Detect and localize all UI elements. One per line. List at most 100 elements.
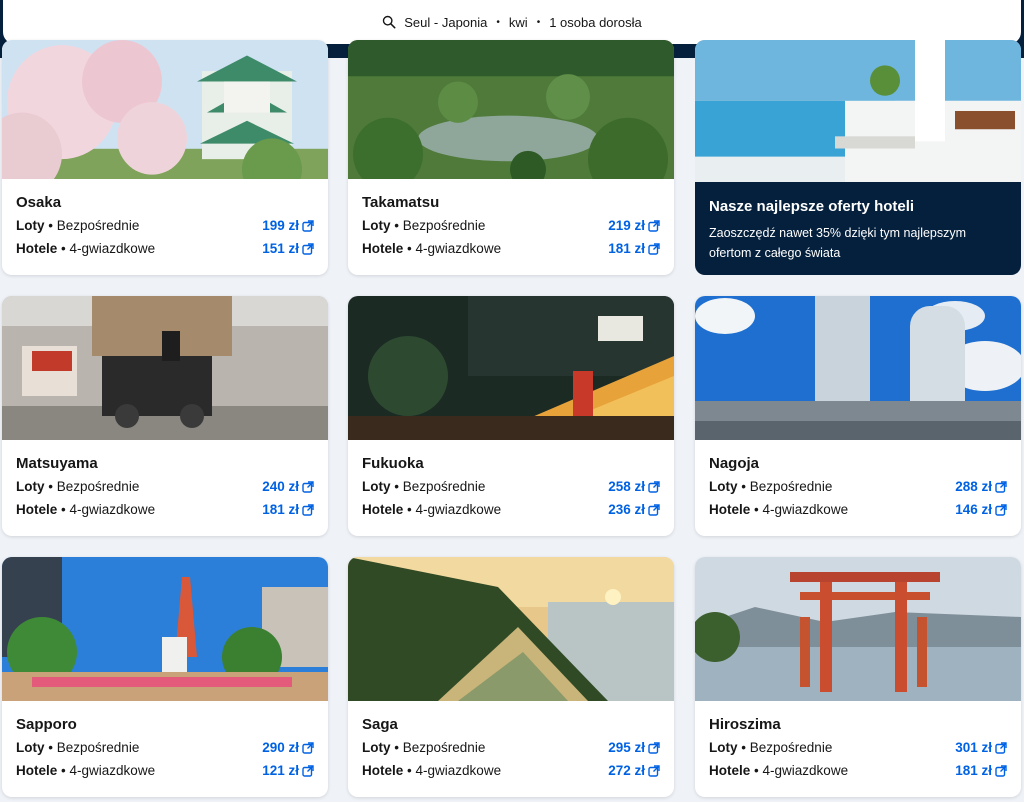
destination-card-sapporo[interactable]: Sapporo Loty • Bezpośrednie 290 zł Hotel… <box>2 557 328 797</box>
flights-row[interactable]: Loty • Bezpośrednie 199 zł <box>16 214 314 237</box>
external-link-icon <box>995 480 1007 493</box>
hotels-row[interactable]: Hotele • 4-gwiazdkowe 236 zł <box>362 498 660 521</box>
separator: • <box>741 479 746 494</box>
flight-price: 258 zł <box>608 479 645 494</box>
flights-label: Loty <box>16 740 45 755</box>
separator: • <box>407 763 412 778</box>
flight-price: 219 zł <box>608 218 645 233</box>
flights-label: Loty <box>709 740 738 755</box>
hotels-type: 4-gwiazdkowe <box>762 502 849 517</box>
flight-price-link[interactable]: 219 zł <box>608 218 660 233</box>
separator: • <box>61 502 66 517</box>
destination-photo <box>2 296 328 440</box>
promo-description: Zaoszczędź nawet 35% dzięki tym najlepsz… <box>709 226 967 260</box>
flights-row[interactable]: Loty • Bezpośrednie 301 zł <box>709 736 1007 759</box>
hotels-type: 4-gwiazdkowe <box>415 763 502 778</box>
hotels-label: Hotele <box>362 502 404 517</box>
separator: • <box>61 241 66 256</box>
hotels-row[interactable]: Hotele • 4-gwiazdkowe 181 zł <box>16 498 314 521</box>
flights-type: Bezpośrednie <box>56 218 140 233</box>
flight-price: 301 zł <box>955 740 992 755</box>
hotels-type: 4-gwiazdkowe <box>69 241 156 256</box>
hotel-deals-promo-card[interactable]: Nasze najlepsze oferty hoteli Zaoszczędź… <box>695 40 1021 275</box>
hotel-price-link[interactable]: 272 zł <box>608 763 660 778</box>
external-link-icon <box>302 219 314 232</box>
hotels-type: 4-gwiazdkowe <box>415 241 502 256</box>
hotels-row[interactable]: Hotele • 4-gwiazdkowe 181 zł <box>709 759 1007 782</box>
search-travelers: 1 osoba dorosła <box>549 14 642 30</box>
flights-label: Loty <box>362 218 391 233</box>
flights-label: Loty <box>709 479 738 494</box>
hotels-label: Hotele <box>362 763 404 778</box>
separator: • <box>496 16 500 28</box>
hotels-row[interactable]: Hotele • 4-gwiazdkowe 272 zł <box>362 759 660 782</box>
hotels-row[interactable]: Hotele • 4-gwiazdkowe 146 zł <box>709 498 1007 521</box>
separator: • <box>48 479 53 494</box>
hotels-row[interactable]: Hotele • 4-gwiazdkowe 181 zł <box>362 237 660 260</box>
flight-price-link[interactable]: 258 zł <box>608 479 660 494</box>
flights-row[interactable]: Loty • Bezpośrednie 240 zł <box>16 475 314 498</box>
flights-row[interactable]: Loty • Bezpośrednie 290 zł <box>16 736 314 759</box>
city-name: Sapporo <box>16 716 77 733</box>
hotel-price-link[interactable]: 181 zł <box>955 763 1007 778</box>
external-link-icon <box>648 480 660 493</box>
city-name: Hiroszima <box>709 716 781 733</box>
search-month: kwi <box>508 14 528 30</box>
hotel-price-link[interactable]: 121 zł <box>262 763 314 778</box>
hotel-price-link[interactable]: 181 zł <box>262 502 314 517</box>
destination-card-takamatsu[interactable]: Takamatsu Loty • Bezpośrednie 219 zł Hot… <box>348 40 674 275</box>
flights-row[interactable]: Loty • Bezpośrednie 258 zł <box>362 475 660 498</box>
separator: • <box>394 218 399 233</box>
hotel-price-link[interactable]: 181 zł <box>608 241 660 256</box>
flights-type: Bezpośrednie <box>402 218 486 233</box>
separator: • <box>61 763 66 778</box>
hotel-price: 181 zł <box>262 502 299 517</box>
destination-card-fukuoka[interactable]: Fukuoka Loty • Bezpośrednie 258 zł Hotel… <box>348 296 674 536</box>
flight-price-link[interactable]: 295 zł <box>608 740 660 755</box>
destination-card-osaka[interactable]: Osaka Loty • Bezpośrednie 199 zł Hotele … <box>2 40 328 275</box>
separator: • <box>754 502 759 517</box>
promo-photo <box>695 40 1021 182</box>
destination-card-saga[interactable]: Saga Loty • Bezpośrednie 295 zł Hotele •… <box>348 557 674 797</box>
flights-type: Bezpośrednie <box>749 479 833 494</box>
hotels-type: 4-gwiazdkowe <box>69 502 156 517</box>
destination-photo <box>348 557 674 701</box>
flight-price-link[interactable]: 301 zł <box>955 740 1007 755</box>
destination-photo <box>695 557 1021 701</box>
flights-label: Loty <box>16 479 45 494</box>
hotels-type: 4-gwiazdkowe <box>69 763 156 778</box>
hotels-row[interactable]: Hotele • 4-gwiazdkowe 151 zł <box>16 237 314 260</box>
hotel-price: 151 zł <box>262 241 299 256</box>
flight-price-link[interactable]: 290 zł <box>262 740 314 755</box>
external-link-icon <box>302 503 314 516</box>
separator: • <box>394 479 399 494</box>
hotels-label: Hotele <box>16 763 58 778</box>
flight-price-link[interactable]: 240 zł <box>262 479 314 494</box>
hotel-price-link[interactable]: 146 zł <box>955 502 1007 517</box>
destination-card-hiroszima[interactable]: Hiroszima Loty • Bezpośrednie 301 zł Hot… <box>695 557 1021 797</box>
external-link-icon <box>302 741 314 754</box>
separator: • <box>407 241 412 256</box>
flights-row[interactable]: Loty • Bezpośrednie 219 zł <box>362 214 660 237</box>
flight-price-link[interactable]: 288 zł <box>955 479 1007 494</box>
destination-photo <box>348 296 674 440</box>
flights-row[interactable]: Loty • Bezpośrednie 295 zł <box>362 736 660 759</box>
hotels-row[interactable]: Hotele • 4-gwiazdkowe 121 zł <box>16 759 314 782</box>
hotel-price: 146 zł <box>955 502 992 517</box>
hotels-label: Hotele <box>362 241 404 256</box>
hotel-price-link[interactable]: 151 zł <box>262 241 314 256</box>
flight-price: 295 zł <box>608 740 645 755</box>
search-route: Seul - Japonia <box>404 14 488 30</box>
hotel-price: 181 zł <box>955 763 992 778</box>
external-link-icon <box>648 503 660 516</box>
flights-row[interactable]: Loty • Bezpośrednie 288 zł <box>709 475 1007 498</box>
flight-price-link[interactable]: 199 zł <box>262 218 314 233</box>
destination-card-nagoja[interactable]: Nagoja Loty • Bezpośrednie 288 zł Hotele… <box>695 296 1021 536</box>
separator: • <box>48 218 53 233</box>
hotel-price-link[interactable]: 236 zł <box>608 502 660 517</box>
separator: • <box>536 16 541 28</box>
hotels-label: Hotele <box>709 763 751 778</box>
search-summary[interactable]: Seul - Japonia • kwi • 1 osoba dorosła <box>3 0 1021 44</box>
destination-card-matsuyama[interactable]: Matsuyama Loty • Bezpośrednie 240 zł Hot… <box>2 296 328 536</box>
city-name: Saga <box>362 716 398 733</box>
